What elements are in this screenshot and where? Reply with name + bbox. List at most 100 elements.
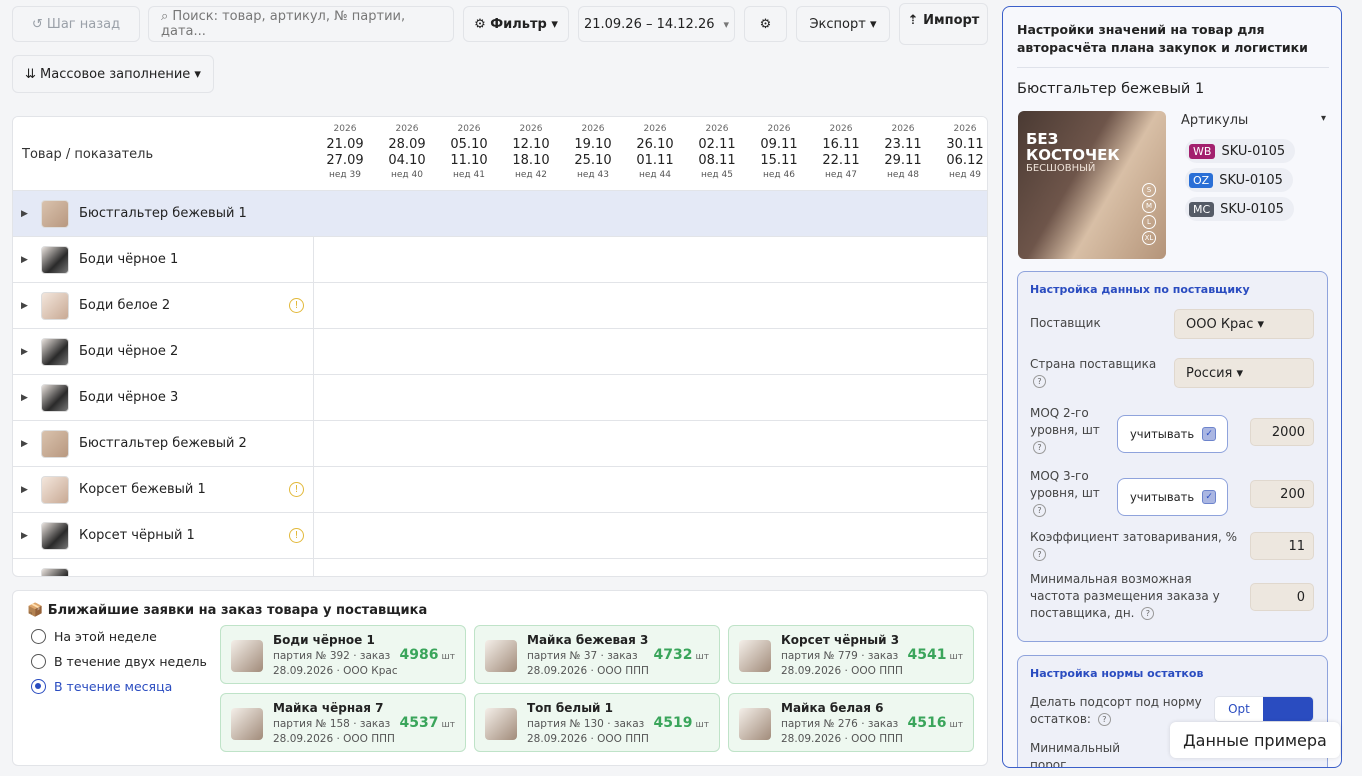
order-card[interactable]: Майка бежевая 3 партия № 37 · заказ 28.09.… [474,625,720,684]
restock-toggle[interactable]: Opt [1214,696,1314,722]
product-thumbnail [231,708,263,740]
bulk-fill-button[interactable]: ⇊ Массовое заполнение ▾ [12,55,214,93]
expand-icon[interactable]: ▶ [21,347,29,357]
country-label: Страна поставщика? [1030,357,1157,388]
product-name: Бюстгальтер бежевый 2 [79,436,247,451]
moq3-checkbox[interactable]: учитывать ✓ [1117,478,1228,516]
expand-icon[interactable]: ▶ [21,255,29,265]
order-card[interactable]: Топ белый 1 партия № 130 · заказ 28.09.202… [474,693,720,752]
order-card[interactable]: Корсет чёрный 3 партия № 779 · заказ 28.09… [728,625,974,684]
sku-chip[interactable]: MC SKU-0105 [1185,197,1294,221]
filter-button[interactable]: ⚙ Фильтр ▾ [463,6,569,42]
product-name: Корсет чёрный 1 [79,528,195,543]
date-range-select[interactable]: 21.09.26 – 14.12.26 ▾ [578,6,735,42]
week-column-header: 2026 02.11 08.11 нед 45 [698,124,736,180]
import-button[interactable]: ⇡ Импорт [899,3,988,45]
warning-icon[interactable]: ! [289,298,304,313]
checkbox-icon: ✓ [1202,490,1217,504]
table-row[interactable]: ▶ Корсет бежевый 1! [13,467,987,513]
order-card[interactable]: Майка чёрная 7 партия № 158 · заказ 28.09.… [220,693,466,752]
chevron-down-icon[interactable]: ▾ [1321,113,1326,124]
table-row[interactable]: ▶ Бюстгальтер бежевый 1 [13,191,987,237]
product-thumbnail [231,640,263,672]
order-details: партия № 779 · заказ 28.09.2026 · ООО ППП [781,650,903,677]
product-name: Бюстгальтер бежевый 1 [79,206,247,221]
period-this-week[interactable]: На этой неделе [31,629,157,644]
order-card[interactable]: Майка белая 6 партия № 276 · заказ 28.09.2… [728,693,974,752]
order-product-name: Боди чёрное 1 [273,633,375,647]
sku-chip[interactable]: OZ SKU-0105 [1185,168,1293,192]
product-thumbnail [485,708,517,740]
product-grid: Товар / показатель 2026 21.09 27.09 нед 39 2… [12,116,988,577]
undo-button[interactable]: ↺ Шаг назад [12,6,140,42]
marketplace-badge: MC [1189,201,1215,217]
week-column-header: 2026 12.10 18.10 нед 42 [512,124,550,180]
order-product-name: Майка бежевая 3 [527,633,649,647]
product-thumbnail [41,291,69,320]
export-button[interactable]: Экспорт ▾ [796,6,890,42]
order-details: партия № 392 · заказ 28.09.2026 · ООО Кра… [273,650,398,677]
product-thumbnail [41,199,69,228]
week-column-header: 2026 23.11 29.11 нед 48 [884,124,922,180]
table-row[interactable] [13,559,987,576]
help-icon: ? [1033,441,1046,454]
product-name: Боди белое 2 [79,298,171,313]
product-thumbnail [485,640,517,672]
period-month[interactable]: В течение месяца [31,679,172,694]
table-row[interactable]: ▶ Боди белое 2! [13,283,987,329]
period-two-weeks[interactable]: В течение двух недель [31,654,207,669]
sku-chip[interactable]: WB SKU-0105 [1185,139,1296,163]
table-row[interactable]: ▶ Боди чёрное 3 [13,375,987,421]
product-thumbnail [739,708,771,740]
expand-icon[interactable]: ▶ [21,531,29,541]
moq3-label: MOQ 3-го уровня, шт ? [1030,469,1100,517]
help-icon: ? [1033,375,1046,388]
table-row[interactable]: ▶ Боди чёрное 2 [13,329,987,375]
warning-icon[interactable]: ! [289,528,304,543]
product-image: БЕЗ КОСТОЧЕК БЕСШОВНЫЙ S M L XL [1018,111,1166,259]
expand-icon[interactable]: ▶ [21,301,29,311]
expand-icon[interactable]: ▶ [21,485,29,495]
table-row[interactable]: ▶ Корсет чёрный 1! [13,513,987,559]
moq2-checkbox[interactable]: учитывать ✓ [1117,415,1228,453]
moq2-input[interactable]: 2000 [1250,418,1314,446]
articles-label: Артикулы [1181,113,1249,128]
moq3-input[interactable]: 200 [1250,480,1314,508]
min-frequency-input[interactable]: 0 [1250,583,1314,611]
order-details: партия № 158 · заказ 28.09.2026 · ООО ППП [273,718,395,745]
warning-icon[interactable]: ! [289,482,304,497]
overstock-label: Коэффициент затоваривания, % ? [1030,530,1237,561]
order-product-name: Майка чёрная 7 [273,701,384,715]
order-details: партия № 37 · заказ 28.09.2026 · ООО ППП [527,650,649,677]
supplier-select[interactable]: ООО Крас ▾ [1174,309,1314,339]
overstock-input[interactable]: 11 [1250,532,1314,560]
week-column-header: 2026 05.10 11.10 нед 41 [450,124,488,180]
section-title: Настройка данных по поставщику [1030,283,1250,296]
orders-title: 📦 Ближайшие заявки на заказ товара у пос… [27,603,428,618]
order-quantity: 4986 шт [399,647,455,663]
order-quantity: 4537 шт [399,715,455,731]
chevron-down-icon: ▾ [723,17,730,31]
order-product-name: Майка белая 6 [781,701,884,715]
week-column-header: 2026 26.10 01.11 нед 44 [636,124,674,180]
expand-icon[interactable]: ▶ [21,393,29,403]
expand-icon[interactable]: ▶ [21,209,29,219]
order-quantity: 4541 шт [907,647,963,663]
order-card[interactable]: Боди чёрное 1 партия № 392 · заказ 28.09.2… [220,625,466,684]
help-icon: ? [1033,504,1046,517]
product-name: Корсет бежевый 1 [79,482,206,497]
country-select[interactable]: Россия ▾ [1174,358,1314,388]
search-input[interactable]: ⌕ Поиск: товар, артикул, № партии, дата.… [148,6,454,42]
product-thumbnail [41,383,69,412]
order-quantity: 4519 шт [653,715,709,731]
table-row[interactable]: ▶ Бюстгальтер бежевый 2 [13,421,987,467]
expand-icon[interactable]: ▶ [21,439,29,449]
table-row[interactable]: ▶ Боди чёрное 1 [13,237,987,283]
product-thumbnail [41,337,69,366]
radio-icon [31,654,46,669]
help-icon: ? [1141,607,1155,620]
product-name: Боди чёрное 2 [79,344,179,359]
divider [1017,67,1329,68]
gear-icon[interactable]: ⚙ [744,6,787,42]
sku-code: SKU-0105 [1219,172,1283,188]
